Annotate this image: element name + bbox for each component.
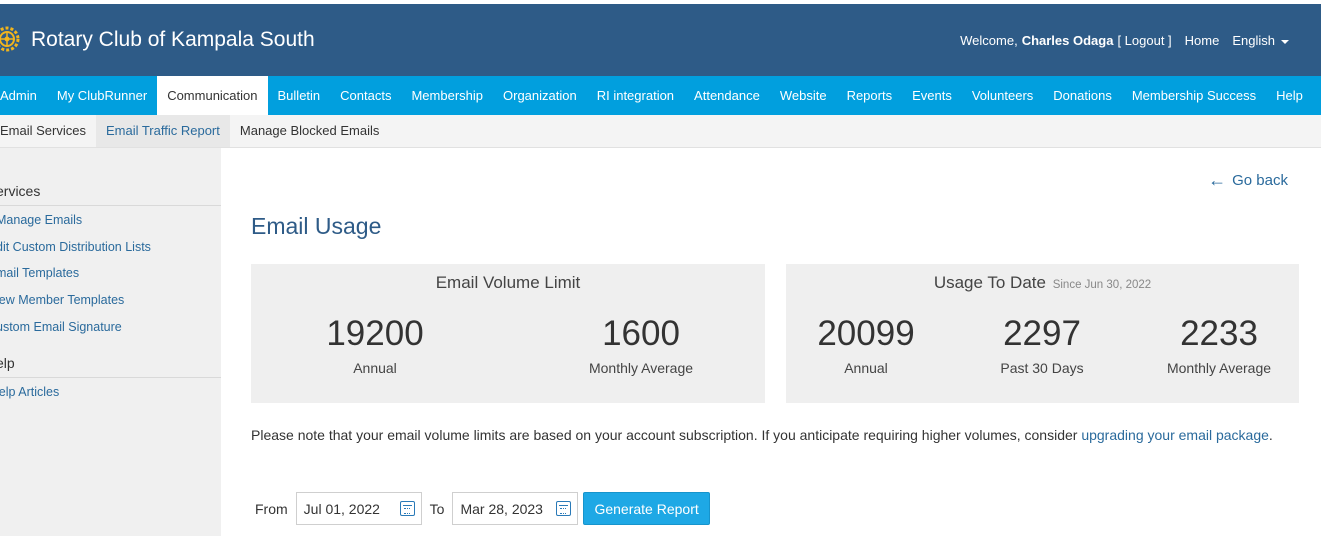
go-back-label: Go back (1232, 172, 1288, 189)
usage-to-date-card: Usage To Date Since Jun 30, 2022 20099 A… (786, 264, 1299, 403)
nav-item-bulletin[interactable]: Bulletin (268, 76, 331, 115)
sidebar-section-services: ervices (0, 183, 221, 206)
sidebar-link-manage-emails[interactable]: Manage Emails (0, 213, 82, 227)
stat-value: 1600 (602, 314, 680, 353)
from-label: From (255, 500, 288, 517)
top-header: Rotary Club of Kampala South Welcome, Ch… (0, 0, 1321, 76)
stat-label: Annual (844, 360, 888, 376)
page-title: Email Usage (251, 213, 382, 239)
stat-value: 19200 (326, 314, 424, 353)
stat-label: Annual (353, 360, 397, 376)
stat-monthly-average-limit: 1600 Monthly Average (551, 314, 731, 376)
welcome-text: Welcome, (960, 33, 1018, 48)
subscription-note: Please note that your email volume limit… (251, 425, 1301, 445)
nav-item-donations[interactable]: Donations (1043, 76, 1122, 115)
main-nav: Admin My ClubRunner Communication Bullet… (0, 76, 1321, 115)
nav-item-events[interactable]: Events (902, 76, 962, 115)
nav-item-attendance[interactable]: Attendance (684, 76, 770, 115)
nav-item-reports[interactable]: Reports (837, 76, 903, 115)
chevron-down-icon (1281, 39, 1289, 44)
stat-past-30-days: 2297 Past 30 Days (972, 314, 1112, 376)
from-date-input[interactable]: Jul 01, 2022 (295, 492, 422, 525)
usage-since: Since Jun 30, 2022 (1052, 279, 1152, 291)
sidebar-link-help-articles[interactable]: lelp Articles (0, 385, 59, 399)
calendar-icon[interactable] (399, 501, 415, 516)
usage-title: Usage To Date (933, 273, 1046, 292)
language-dropdown[interactable]: English (1232, 33, 1289, 48)
stat-annual-usage: 20099 Annual (796, 314, 936, 376)
sidebar: ervices Manage Emails dit Custom Distrib… (0, 148, 221, 536)
sidebar-link-custom-distribution-lists[interactable]: dit Custom Distribution Lists (0, 240, 151, 254)
home-link[interactable]: Home (1185, 33, 1220, 48)
nav-item-communication[interactable]: Communication (157, 76, 268, 115)
header-user-area: Welcome, Charles Odaga [ Logout ] Home E… (960, 33, 1289, 48)
upgrade-package-link[interactable]: upgrading your email package (1081, 427, 1269, 443)
card-title: Usage To Date Since Jun 30, 2022 (786, 273, 1299, 293)
email-volume-limit-card: Email Volume Limit 19200 Annual 1600 Mon… (251, 264, 765, 403)
sidebar-link-email-templates[interactable]: mail Templates (0, 266, 79, 280)
note-end: . (1268, 427, 1273, 443)
arrow-left-icon: ← (1208, 170, 1227, 190)
sub-nav-email-traffic-report[interactable]: Email Traffic Report (95, 115, 230, 147)
to-label: To (429, 500, 445, 517)
stat-value: 2233 (1180, 314, 1258, 353)
calendar-icon[interactable] (556, 501, 572, 516)
stat-value: 2297 (1003, 314, 1081, 353)
language-label: English (1232, 33, 1275, 48)
nav-item-website[interactable]: Website (770, 76, 837, 115)
stat-label: Monthly Average (588, 360, 694, 376)
nav-item-admin[interactable]: Admin (0, 76, 47, 115)
report-date-range: From Jul 01, 2022 To Mar 28, 2023 Genera… (255, 492, 710, 525)
user-name: Charles Odaga (1021, 33, 1114, 48)
sub-nav-manage-blocked-emails[interactable]: Manage Blocked Emails (230, 115, 389, 147)
to-date-input[interactable]: Mar 28, 2023 (452, 492, 579, 525)
to-date-value: Mar 28, 2023 (460, 500, 543, 517)
site-title[interactable]: Rotary Club of Kampala South (31, 28, 315, 52)
stat-annual-limit: 19200 Annual (291, 314, 459, 376)
sidebar-section-help: elp (0, 355, 221, 378)
from-date-value: Jul 01, 2022 (303, 500, 380, 517)
nav-item-membership-success[interactable]: Membership Success (1122, 76, 1266, 115)
rotary-logo-icon[interactable] (0, 26, 20, 52)
nav-item-membership[interactable]: Membership (401, 76, 493, 115)
logout-link[interactable]: [ Logout ] (1117, 33, 1171, 48)
nav-item-contacts[interactable]: Contacts (330, 76, 401, 115)
stat-label: Monthly Average (1166, 360, 1272, 376)
nav-item-volunteers[interactable]: Volunteers (962, 76, 1043, 115)
note-text: Please note that your email volume limit… (251, 427, 1082, 443)
sidebar-link-new-member-templates[interactable]: lew Member Templates (0, 293, 124, 307)
card-title: Email Volume Limit (435, 273, 581, 292)
generate-report-button[interactable]: Generate Report (583, 492, 710, 525)
sub-nav-email-services[interactable]: Email Services (0, 115, 96, 147)
stat-monthly-average-usage: 2233 Monthly Average (1144, 314, 1294, 376)
sub-nav: Email Services Email Traffic Report Mana… (0, 115, 1321, 148)
stat-value: 20099 (817, 314, 915, 353)
nav-item-organization[interactable]: Organization (493, 76, 587, 115)
go-back-link[interactable]: ← Go back (1208, 170, 1288, 191)
nav-item-my-clubrunner[interactable]: My ClubRunner (47, 76, 157, 115)
sidebar-link-custom-email-signature[interactable]: ustom Email Signature (0, 320, 122, 334)
nav-item-ri-integration[interactable]: RI integration (587, 76, 684, 115)
stat-label: Past 30 Days (1000, 360, 1084, 376)
nav-item-help[interactable]: Help (1266, 76, 1313, 115)
